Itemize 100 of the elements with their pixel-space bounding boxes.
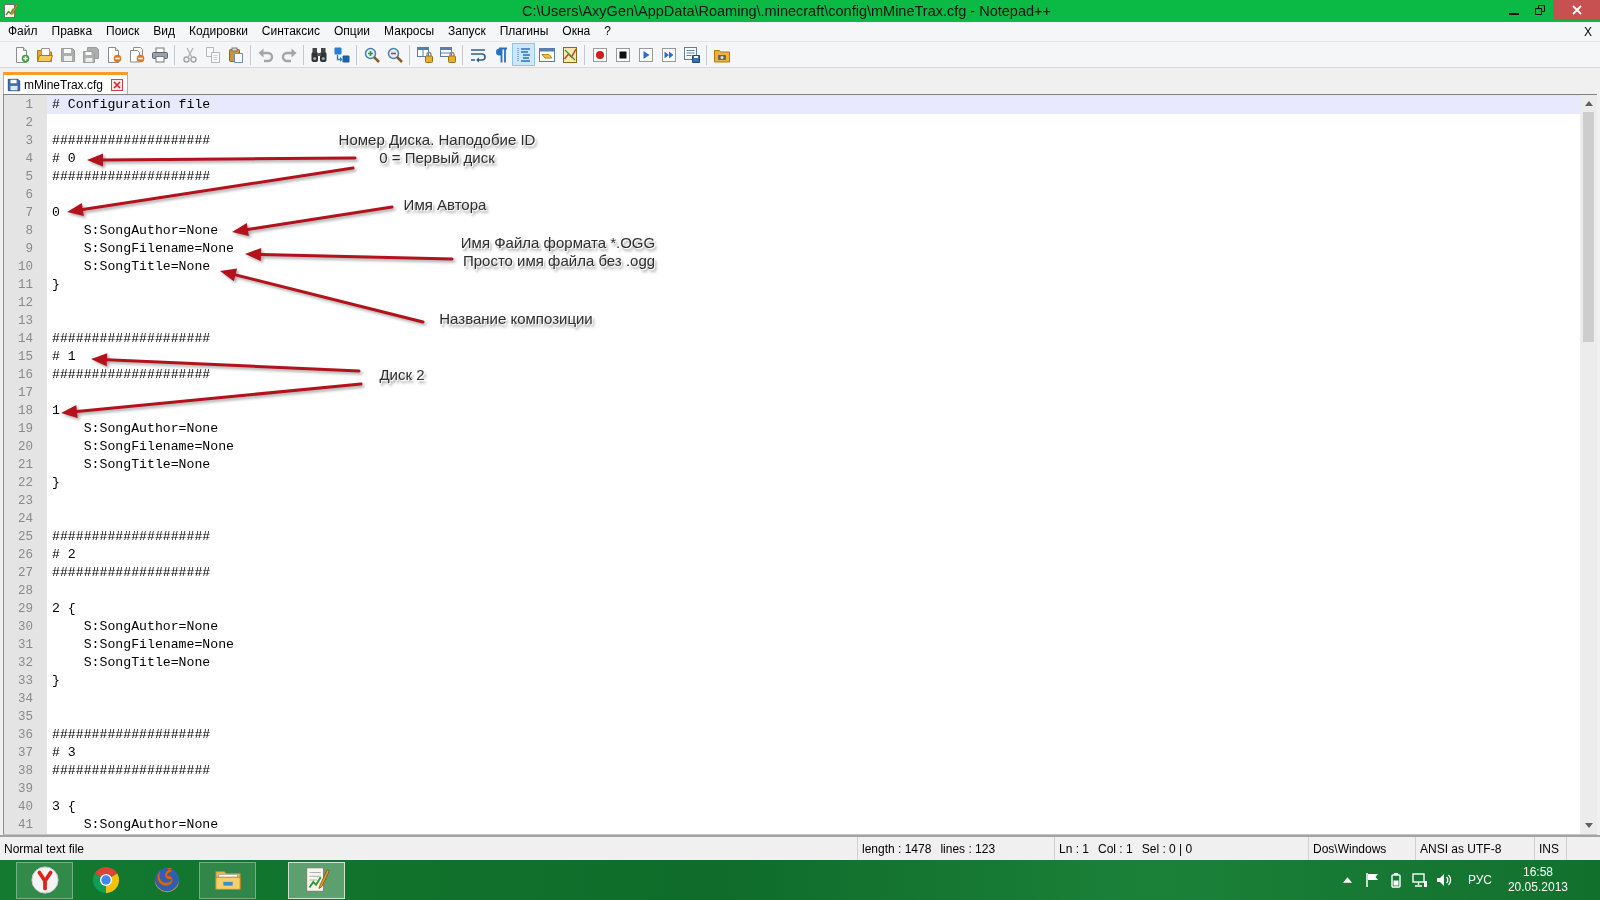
clock-time[interactable]: 16:58 (1522, 865, 1553, 880)
code-line: #################### (52, 366, 211, 384)
code-line: S:SongTitle=None (82, 258, 211, 276)
window-title: C:\Users\AxyGen\AppData\Roaming\.minecraft\config\mMineTrax.cfg - Notepad++ (522, 3, 1051, 19)
menu-item[interactable]: Файл (1, 23, 45, 40)
line-number: 36 (4, 726, 47, 744)
column-readout: Col : 1 (1098, 841, 1133, 856)
insert-mode-label: INS (1539, 841, 1559, 856)
line-number: 10 (4, 258, 47, 276)
line-number: 20 (4, 438, 47, 456)
menu-item[interactable]: Вид (146, 23, 183, 40)
network-icon[interactable] (1411, 872, 1428, 888)
line-number: 38 (4, 762, 47, 780)
menu-item[interactable]: Поиск (99, 23, 147, 40)
restore-icon (1535, 5, 1545, 15)
code-line: S:SongAuthor=None (82, 618, 219, 636)
menu-item[interactable]: Опции (326, 23, 378, 40)
copy-pages-icon (204, 46, 221, 63)
menu-item[interactable]: ? (597, 23, 618, 40)
line-number: 21 (4, 456, 47, 474)
window-lock-icon (416, 46, 433, 63)
clock-date[interactable]: 20.05.2013 (1507, 880, 1568, 895)
page-minus-icon (105, 46, 122, 63)
scroll-thumb[interactable] (1583, 112, 1594, 342)
menu-item[interactable]: Плагины (492, 23, 556, 40)
scrollbar[interactable] (1580, 95, 1597, 834)
close-icon[interactable] (110, 78, 123, 91)
line-number: 22 (4, 474, 47, 492)
code-line: S:SongFilename=None (82, 438, 235, 456)
code-line: } (52, 474, 60, 492)
line-number: 9 (4, 240, 47, 258)
annotation-text: Имя Файла формата *.OGG (460, 233, 656, 251)
redo-arrow-icon (280, 46, 297, 63)
encoding-label: ANSI as UTF-8 (1420, 841, 1502, 856)
code-line: S:SongAuthor=None (82, 816, 219, 834)
line-number: 34 (4, 690, 47, 708)
taskbar-app-button[interactable] (288, 861, 345, 899)
menu-item[interactable]: Окна (555, 23, 598, 40)
annotation-text: Просто имя файла без .ogg (462, 251, 656, 269)
speaker-icon[interactable] (1435, 872, 1452, 888)
code-line: #################### (52, 726, 211, 744)
code-line: 2 { (52, 600, 76, 618)
line-number: 31 (4, 636, 47, 654)
browser-icon (90, 865, 121, 895)
length-readout: length : 1478 (862, 841, 932, 856)
line-number: 12 (4, 294, 47, 312)
code-line: #################### (52, 564, 211, 582)
line-number: 11 (4, 276, 47, 294)
caret-up-icon (1343, 877, 1353, 883)
wrap-lines-icon (469, 46, 486, 63)
line-number: 32 (4, 654, 47, 672)
close-button[interactable] (1553, 0, 1600, 20)
code-line: S:SongAuthor=None (82, 222, 219, 240)
line-number: 6 (4, 186, 47, 204)
line-number: 15 (4, 348, 47, 366)
menu-item[interactable]: Правка (44, 23, 100, 40)
notepad-pencil-icon (2, 3, 18, 19)
fast-forward-icon (660, 46, 677, 63)
show-hidden-icons-button[interactable] (1341, 874, 1354, 886)
line-number: 14 (4, 330, 47, 348)
line-count-readout: lines : 123 (940, 841, 996, 856)
line-number: 29 (4, 600, 47, 618)
code-line: # 1 (52, 348, 76, 366)
line-number: 19 (4, 420, 47, 438)
annotation-text: Имя Автора (403, 195, 487, 213)
language-indicator[interactable]: РУС (1467, 873, 1492, 887)
annotation-text: Номер Диска. Наподобие ID (338, 130, 536, 148)
line-number: 7 (4, 204, 47, 222)
code-line: } (52, 276, 60, 294)
selection-readout: Sel : 0 | 0 (1141, 841, 1193, 856)
stop-square-icon (614, 46, 631, 63)
code-line: 3 { (52, 798, 76, 816)
code-line: #################### (52, 168, 211, 186)
floppy-disks-icon (82, 46, 99, 63)
line-number: 8 (4, 222, 47, 240)
code-line: S:SongFilename=None (82, 240, 235, 258)
code-line: S:SongTitle=None (82, 456, 211, 474)
code-line: # 2 (52, 546, 76, 564)
line-number: 25 (4, 528, 47, 546)
file-tab[interactable]: mMineTrax.cfg (3, 72, 128, 94)
line-number: 28 (4, 582, 47, 600)
code-line: #################### (52, 528, 211, 546)
menu-item[interactable]: Синтаксис (254, 23, 327, 40)
close-document-button[interactable]: X (1582, 23, 1594, 40)
taskbar-app-button[interactable] (16, 861, 73, 899)
map-icon (561, 46, 578, 63)
flag-icon[interactable] (1363, 872, 1380, 888)
code-line: #################### (52, 330, 211, 348)
menu-item[interactable]: Макросы (377, 23, 442, 40)
line-number: 39 (4, 780, 47, 798)
menu-item[interactable]: Кодировки (182, 23, 255, 40)
line-number: 16 (4, 366, 47, 384)
menu-item[interactable]: Запуск (441, 23, 493, 40)
panel-icon (538, 46, 555, 63)
browser-icon (29, 865, 60, 895)
code-line: #################### (52, 762, 211, 780)
triangle-up-icon (1584, 101, 1593, 106)
line-number: 4 (4, 150, 47, 168)
taskbar-app-button[interactable] (199, 861, 256, 899)
indent-guide-button[interactable] (512, 43, 535, 66)
